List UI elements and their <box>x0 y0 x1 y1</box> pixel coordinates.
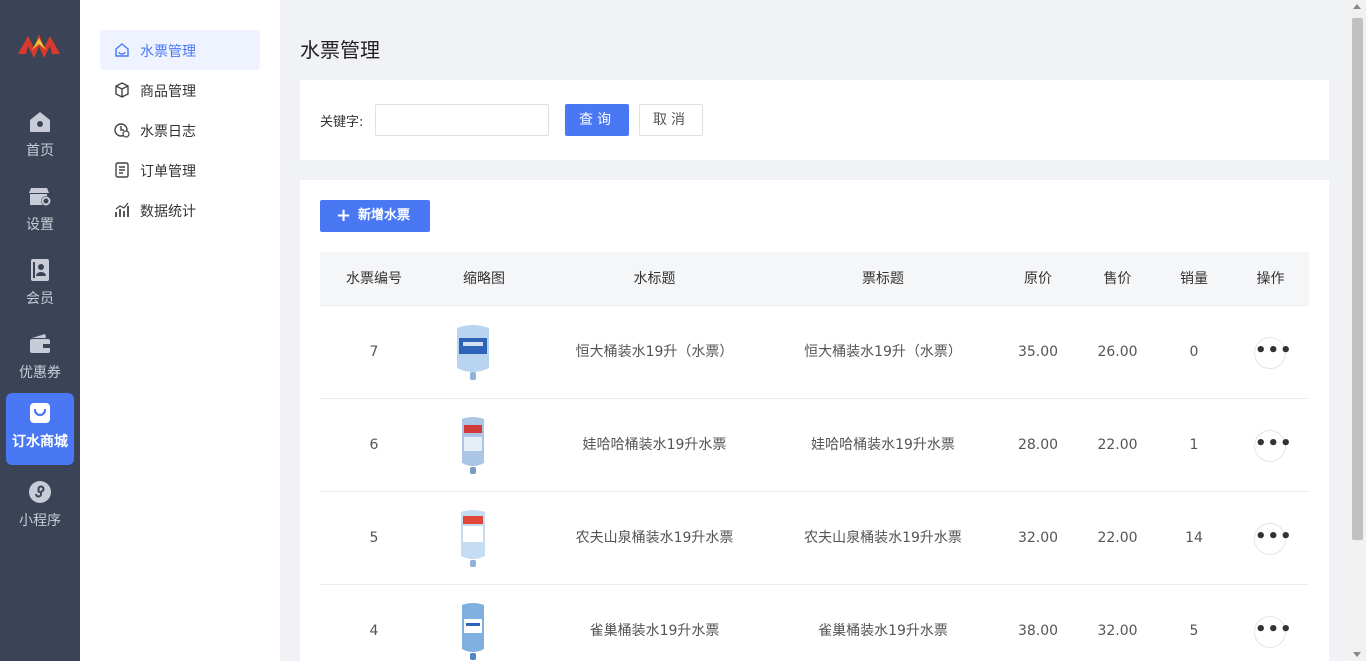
sales-count: 0 <box>1189 344 1199 360</box>
sales-count: 5 <box>1189 623 1199 639</box>
submenu-item-label: 水票管理 <box>140 44 196 60</box>
water-title: 雀巢桶装水19升水票 <box>589 623 720 639</box>
mini-program-icon <box>29 481 51 503</box>
original-price: 32.00 <box>1017 530 1059 546</box>
ticket-id: 6 <box>369 437 379 453</box>
plus-icon: + <box>336 205 352 226</box>
sales-count: 1 <box>1189 437 1199 453</box>
cancel-button[interactable]: 取消 <box>639 104 703 136</box>
submenu-item-label: 商品管理 <box>140 84 196 100</box>
table-header: 水票编号 缩略图 水标题 票标题 原价 售价 销量 操作 <box>320 252 1309 306</box>
rail-item-label: 首页 <box>26 143 54 159</box>
rail-item-mini-program[interactable]: 小程序 <box>6 472 74 544</box>
scrollbar-thumb[interactable] <box>1352 18 1363 540</box>
search-panel: 关键字: 查询 取消 <box>300 80 1329 160</box>
table-row: 6 娃哈哈桶装水19升水票 娃哈哈桶装水19升水票 28.00 22.00 1 … <box>320 399 1309 492</box>
main-nav-rail: 首页 设置 会员 优惠券 订水商城 小程序 <box>0 0 80 661</box>
rail-item-label: 订水商城 <box>12 434 68 450</box>
ticket-icon <box>115 43 129 57</box>
submenu-item-label: 水票日志 <box>140 124 196 140</box>
add-ticket-button[interactable]: + 新增水票 <box>320 200 430 232</box>
more-actions-button[interactable]: ••• <box>1254 523 1292 555</box>
stats-chart-icon <box>115 202 129 217</box>
scroll-up-arrow-icon[interactable] <box>1353 4 1361 9</box>
wallet-icon <box>30 334 50 353</box>
sale-price: 22.00 <box>1097 530 1138 546</box>
column-header-thumbnail: 缩略图 <box>463 271 505 287</box>
more-actions-button[interactable]: ••• <box>1254 430 1292 462</box>
more-actions-button[interactable]: ••• <box>1254 337 1292 369</box>
rail-item-water-shop[interactable]: 订水商城 <box>6 393 74 465</box>
original-price: 35.00 <box>1017 344 1059 360</box>
water-bottle-thumbnail <box>461 510 485 567</box>
store-settings-icon <box>29 188 51 206</box>
original-price: 28.00 <box>1017 437 1059 453</box>
more-actions-button[interactable]: ••• <box>1254 616 1292 648</box>
water-bottle-thumbnail <box>457 325 489 380</box>
table-row: 7 恒大桶装水19升（水票） 恒大桶装水19升（水票） 35.00 26.00 … <box>320 306 1309 399</box>
table-row: 5 农夫山泉桶装水19升水票 农夫山泉桶装水19升水票 32.00 22.00 … <box>320 492 1309 585</box>
column-header-actions: 操作 <box>1256 271 1285 287</box>
add-ticket-label: 新增水票 <box>358 208 411 223</box>
sale-price: 32.00 <box>1097 623 1138 639</box>
ticket-title: 雀巢桶装水19升水票 <box>818 623 948 639</box>
column-header-sales: 销量 <box>1180 271 1208 287</box>
original-price: 38.00 <box>1017 623 1059 639</box>
rail-item-label: 优惠券 <box>19 365 61 381</box>
home-icon <box>30 112 50 132</box>
rail-item-label: 小程序 <box>19 513 61 529</box>
column-header-id: 水票编号 <box>346 271 402 287</box>
shopping-bag-icon <box>30 403 50 423</box>
rail-item-member[interactable]: 会员 <box>6 250 74 322</box>
water-bottle-thumbnail <box>462 603 484 660</box>
ticket-title: 恒大桶装水19升（水票） <box>804 344 962 360</box>
submenu-item-ticket-management[interactable]: 水票管理 <box>100 30 260 70</box>
rail-item-label: 会员 <box>26 291 54 307</box>
rail-item-home[interactable]: 首页 <box>6 102 74 174</box>
box-icon <box>115 82 129 98</box>
water-title: 农夫山泉桶装水19升水票 <box>575 530 734 546</box>
page-scrollbar[interactable] <box>1349 0 1366 661</box>
submenu-item-ticket-log[interactable]: 水票日志 <box>100 110 260 150</box>
column-header-ticket-title: 票标题 <box>862 271 904 287</box>
clock-log-icon <box>114 123 130 138</box>
member-card-icon <box>31 259 49 281</box>
ticket-title: 娃哈哈桶装水19升水票 <box>811 437 955 453</box>
submenu-item-data-stats[interactable]: 数据统计 <box>100 190 260 230</box>
scroll-down-arrow-icon[interactable] <box>1353 652 1361 657</box>
column-header-original-price: 原价 <box>1024 271 1052 287</box>
rail-item-label: 设置 <box>26 217 54 233</box>
order-list-icon <box>115 162 129 178</box>
sub-menu: 水票管理 商品管理 水票日志 订单管理 数据统计 <box>80 0 280 661</box>
column-header-water-title: 水标题 <box>633 271 676 287</box>
page-title: 水票管理 <box>300 38 380 62</box>
submenu-item-label: 订单管理 <box>140 164 196 180</box>
column-header-sale-price: 售价 <box>1103 271 1132 287</box>
sale-price: 22.00 <box>1097 437 1138 453</box>
submenu-item-product-management[interactable]: 商品管理 <box>100 70 260 110</box>
ticket-title: 农夫山泉桶装水19升水票 <box>804 530 962 546</box>
water-title: 娃哈哈桶装水19升水票 <box>582 437 727 453</box>
brand-logo <box>18 34 60 58</box>
rail-item-settings[interactable]: 设置 <box>6 176 74 248</box>
water-bottle-thumbnail <box>462 417 484 474</box>
ticket-id: 5 <box>369 530 379 546</box>
ticket-id: 4 <box>369 623 379 639</box>
submenu-item-label: 数据统计 <box>140 204 196 220</box>
sales-count: 14 <box>1185 530 1203 546</box>
query-button[interactable]: 查询 <box>565 104 629 136</box>
keyword-label: 关键字: <box>320 115 364 130</box>
rail-item-coupon[interactable]: 优惠券 <box>6 324 74 396</box>
table-row: 4 雀巢桶装水19升水票 雀巢桶装水19升水票 38.00 32.00 5 ••… <box>320 585 1309 661</box>
keyword-input[interactable] <box>375 104 549 136</box>
water-title: 恒大桶装水19升（水票） <box>575 344 734 360</box>
ticket-table-panel: + 新增水票 水票编号 缩略图 水标题 票标题 原价 售价 销量 操作 7 恒大… <box>300 180 1329 661</box>
ticket-id: 7 <box>369 344 379 360</box>
submenu-item-order-management[interactable]: 订单管理 <box>100 150 260 190</box>
sale-price: 26.00 <box>1097 344 1138 360</box>
